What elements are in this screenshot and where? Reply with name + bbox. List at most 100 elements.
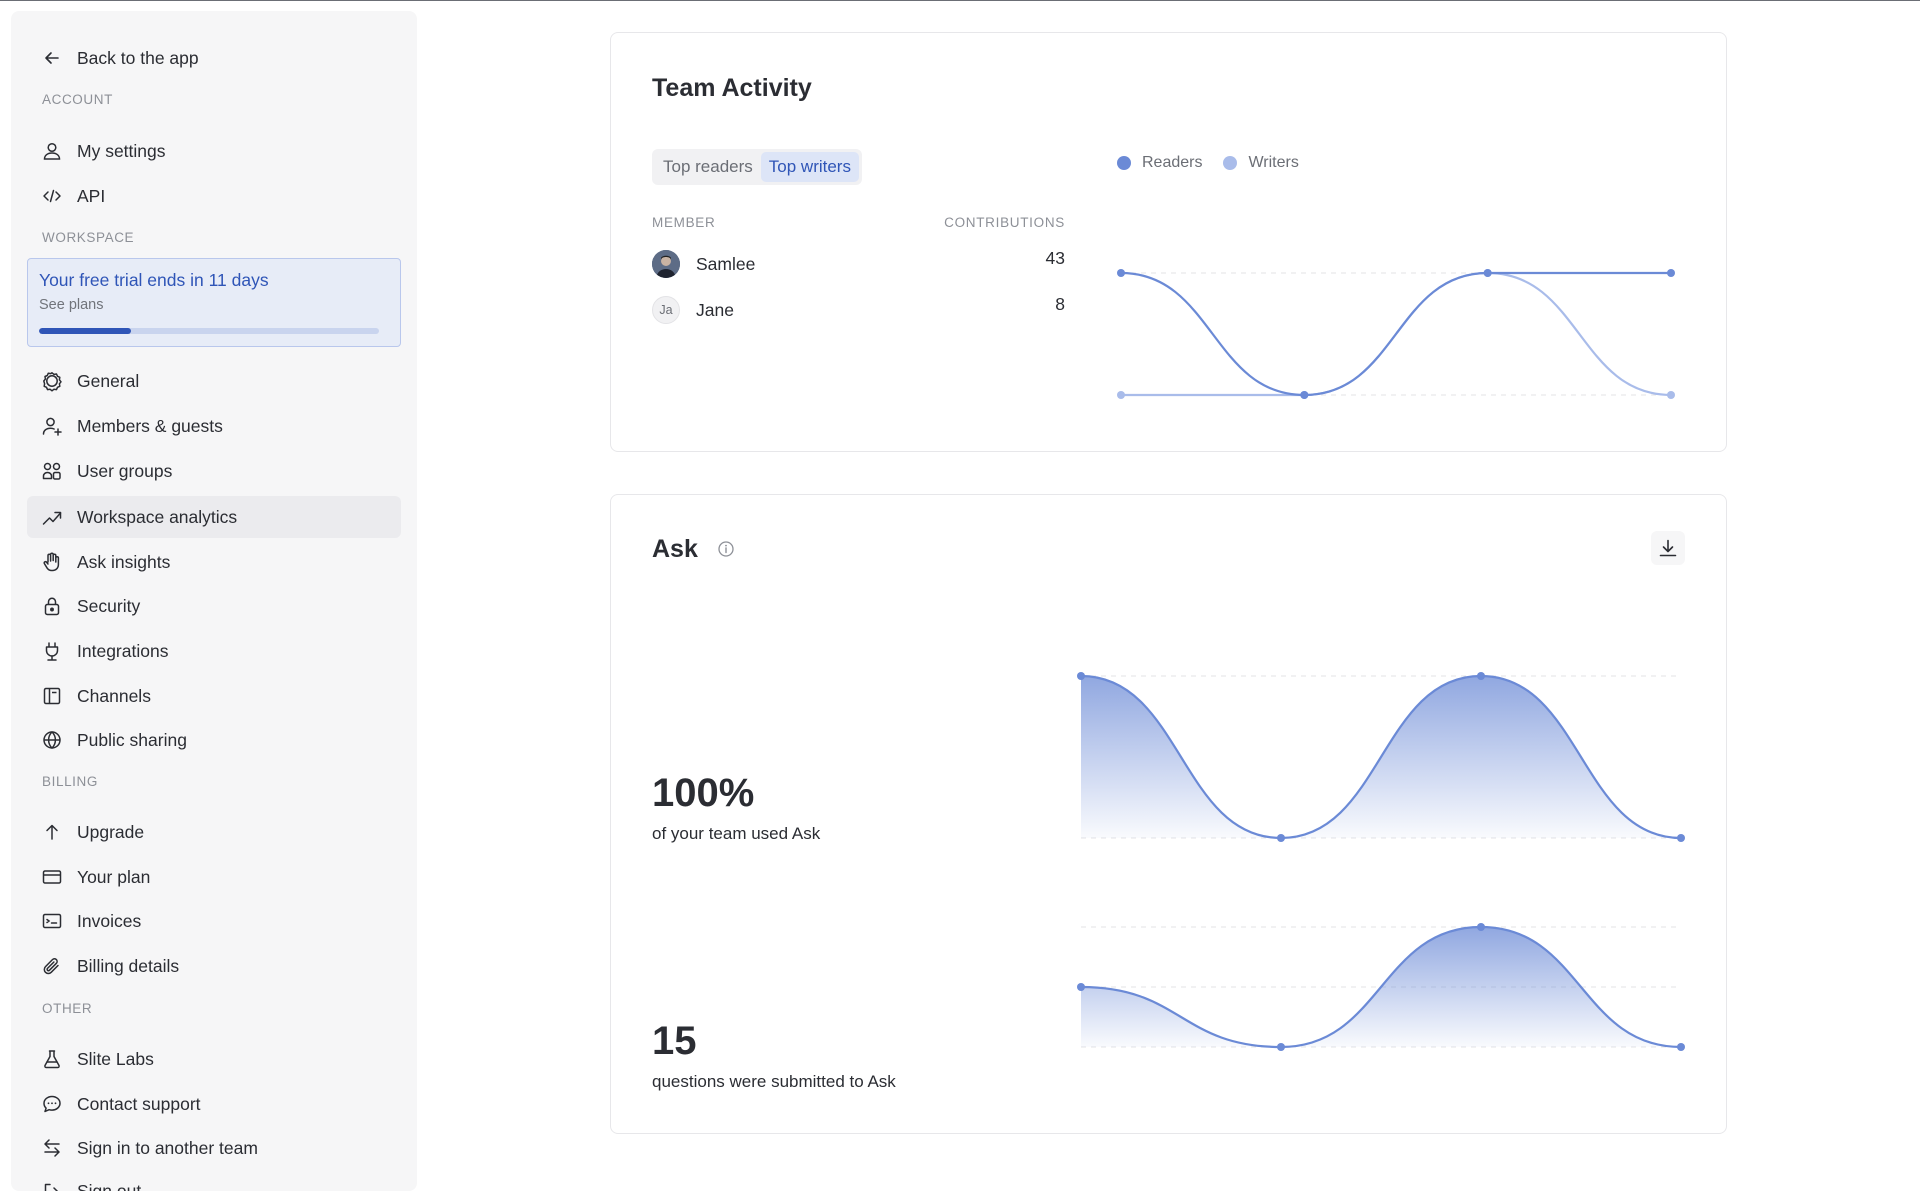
switch-icon [41,1137,63,1159]
paperclip-icon [41,955,63,977]
sidebar-item-integrations[interactable]: Integrations [27,630,401,672]
sidebar-item-label: Integrations [77,640,169,661]
download-button[interactable] [1651,531,1685,565]
sidebar-item-label: My settings [77,140,166,161]
legend-label-writers: Writers [1248,154,1299,171]
sidebar-item-billing-details[interactable]: Billing details [27,945,401,987]
sidebar-item-label: General [77,370,140,391]
member-name: Jane [696,299,734,320]
sidebar-item-channels[interactable]: Channels [27,675,401,717]
user-plus-icon [41,415,63,437]
trial-title: Your free trial ends in 11 days [39,270,269,290]
sign-out-icon [41,1181,63,1191]
data-point-readers [1483,269,1492,277]
sidebar-item-api[interactable]: API [27,175,401,217]
ask-usage-percent: 100% [652,771,755,815]
trending-up-icon [41,506,63,528]
sidebar-item-label: Sign in to another team [77,1137,258,1158]
sidebar-item-public-sharing[interactable]: Public sharing [27,719,401,761]
sidebar-item-upgrade[interactable]: Upgrade [27,811,401,853]
sidebar-item-label: User groups [77,460,173,481]
contributions-column: 43 8 [931,248,1065,338]
table-row[interactable]: Samlee [652,250,755,278]
sidebar-item-invoices[interactable]: Invoices [27,900,401,942]
lock-icon [41,595,63,617]
activity-tabs: Top readers Top writers [652,149,862,185]
ask-title: Ask [652,535,698,563]
sidebar-item-your-plan[interactable]: Your plan [27,856,401,898]
data-point-writers [1117,391,1125,399]
invoice-icon [41,910,63,932]
sidebar-item-members-guests[interactable]: Members & guests [27,405,401,447]
ask-card: Ask 100% of your team used Ask 15 questi… [610,494,1727,1134]
see-plans-link[interactable]: See plans [39,297,104,313]
arrow-left-icon [41,47,63,69]
sidebar-item-label: Channels [77,685,151,706]
data-point [1077,672,1085,680]
hand-icon [41,551,63,573]
contribution-count: 43 [1045,248,1065,268]
sidebar-item-user-groups[interactable]: User groups [27,450,401,492]
sidebar-item-label: Billing details [77,955,180,976]
data-point [1677,1043,1685,1051]
legend-dot-writers [1223,156,1238,170]
sidebar-item-contact-support[interactable]: Contact support [27,1083,401,1125]
sidebar-item-my-settings[interactable]: My settings [27,130,401,172]
sidebar-item-label: Contact support [77,1093,201,1114]
window-top-border [0,0,1920,1]
team-activity-title: Team Activity [652,74,812,102]
legend-item-readers: Readers [1117,154,1202,172]
plug-icon [41,640,63,662]
ask-usage-area-chart [1077,672,1685,842]
user-icon [41,140,63,162]
table-row[interactable]: Ja Jane [652,296,734,324]
download-icon [1659,539,1677,557]
channel-icon [41,685,63,707]
sidebar-item-workspace-analytics[interactable]: Workspace analytics [27,496,401,538]
sidebar-item-ask-insights[interactable]: Ask insights [27,541,401,583]
legend-item-writers: Writers [1223,154,1299,172]
data-point [1277,834,1285,842]
ask-questions-count: 15 [652,1019,697,1063]
tab-top-readers[interactable]: Top readers [655,152,761,182]
column-header-member: MEMBER [652,215,716,230]
globe-icon [41,729,63,751]
chart-legend: Readers Writers [1117,154,1320,172]
sidebar-item-sign-in-another-team[interactable]: Sign in to another team [27,1127,401,1169]
data-point-readers [1300,391,1309,399]
trial-banner[interactable]: Your free trial ends in 11 days See plan… [27,258,401,347]
section-other: OTHER [42,1001,93,1016]
team-activity-line-chart [1117,269,1675,399]
sidebar-item-security[interactable]: Security [27,585,401,627]
code-icon [41,185,63,207]
ask-questions-area-chart [1077,923,1685,1051]
team-activity-card: Team Activity Top readers Top writers Re… [610,32,1727,452]
data-point-writers [1667,391,1675,399]
sidebar-item-label: Sign out [77,1181,142,1191]
column-header-contributions: CONTRIBUTIONS [944,215,1065,230]
data-point [1477,672,1485,680]
section-account: ACCOUNT [42,92,113,107]
info-icon[interactable] [717,540,735,558]
series-line-readers [1120,271,1671,397]
sidebar-item-slite-labs[interactable]: Slite Labs [27,1038,401,1080]
back-to-app-label: Back to the app [77,47,199,68]
trial-progress-bar [39,328,379,334]
back-to-app-link[interactable]: Back to the app [27,37,401,79]
credit-card-icon [41,866,63,888]
sidebar-item-label: Members & guests [77,415,223,436]
sidebar-item-sign-out[interactable]: Sign out [27,1171,401,1191]
section-billing: BILLING [42,774,98,789]
data-point [1477,923,1485,931]
sidebar-item-general[interactable]: General [27,360,401,402]
section-workspace: WORKSPACE [42,230,135,245]
sidebar-item-label: Your plan [77,866,151,887]
trial-progress-fill [39,328,131,334]
contribution-count: 8 [1055,294,1065,314]
arrow-up-icon [41,821,63,843]
sidebar-item-label: Ask insights [77,551,171,572]
data-point [1277,1043,1285,1051]
avatar: Ja [652,296,680,324]
tab-top-writers[interactable]: Top writers [760,152,859,182]
data-point [1677,834,1685,842]
